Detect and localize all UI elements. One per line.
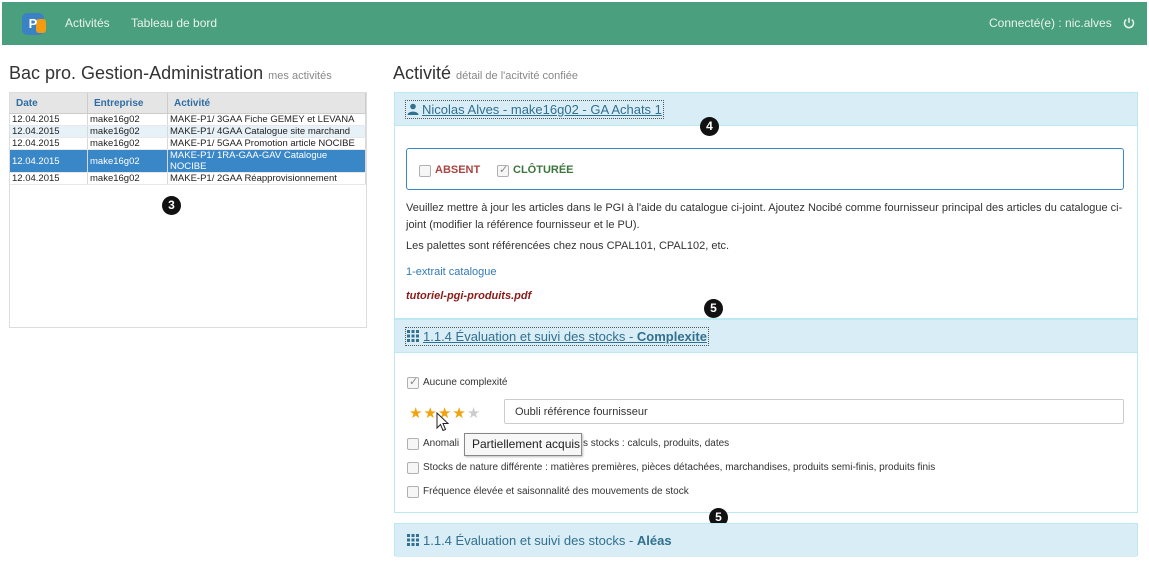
- anomalies-label-start: Anomali: [423, 438, 460, 449]
- cell-date: 12.04.2015: [10, 138, 88, 149]
- activity-heading-link[interactable]: Nicolas Alves - make16g02 - GA Achats 1: [405, 100, 664, 119]
- column-header-entreprise[interactable]: Entreprise: [88, 93, 168, 113]
- column-header-activite[interactable]: Activité: [168, 93, 366, 113]
- competence-complexite-panel: 1.1.4 Évaluation et suivi des stocks - C…: [394, 319, 1138, 513]
- top-navbar: P Activités Tableau de bord Connecté(e) …: [2, 2, 1147, 45]
- table-row[interactable]: 12.04.2015 make16g02 MAKE-P1/ 4GAA Catal…: [10, 126, 366, 138]
- cell-activite: MAKE-P1/ 4GAA Catalogue site marchand: [168, 126, 366, 137]
- cell-activite: MAKE-P1/ 5GAA Promotion article NOCIBE: [168, 138, 366, 149]
- activity-detail-panel: Nicolas Alves - make16g02 - GA Achats 1 …: [394, 92, 1138, 319]
- aleas-heading-link[interactable]: 1.1.4 Évaluation et suivi des stocks - A…: [407, 533, 672, 548]
- activity-heading-text: Nicolas Alves - make16g02 - GA Achats 1: [422, 102, 662, 117]
- complexite-heading-prefix: 1.1.4 Évaluation et suivi des stocks -: [423, 329, 637, 344]
- rating-tooltip: Partiellement acquis: [464, 433, 582, 456]
- frequence-label: Fréquence élevée et saisonnalité des mou…: [423, 486, 689, 497]
- cell-date: 12.04.2015: [10, 114, 88, 125]
- left-title-text: Bac pro. Gestion-Administration: [9, 63, 264, 83]
- callout-badge: 3: [162, 196, 181, 215]
- cell-date: 12.04.2015: [10, 150, 88, 172]
- cell-entreprise: make16g02: [88, 126, 168, 137]
- activity-description: Veuillez mettre à jour les articles dans…: [406, 202, 1123, 231]
- star-icon[interactable]: ★: [452, 405, 466, 422]
- cell-entreprise: make16g02: [88, 138, 168, 149]
- power-icon[interactable]: [1123, 17, 1135, 29]
- complexite-heading-link[interactable]: 1.1.4 Évaluation et suivi des stocks - C…: [405, 327, 709, 346]
- status-cloture-label: CLÔTURÉE: [513, 164, 574, 176]
- anomalies-checkbox[interactable]: [407, 438, 419, 450]
- tutoriel-pdf-link[interactable]: tutoriel-pgi-produits.pdf: [406, 290, 531, 302]
- stocks-nature-label: Stocks de nature différente : matières p…: [423, 462, 936, 473]
- complexite-heading-strong: Complexite: [636, 329, 707, 344]
- competence-aleas-panel: 1.1.4 Évaluation et suivi des stocks - A…: [394, 523, 1138, 557]
- aucune-complexite-label: Aucune complexité: [423, 377, 508, 388]
- grid-icon: [407, 534, 419, 546]
- star-empty-icon[interactable]: ★: [467, 405, 481, 422]
- right-subtitle: détail de l'acitvité confiée: [456, 70, 578, 82]
- grid-icon: [407, 330, 419, 342]
- nav-tableau-de-bord[interactable]: Tableau de bord: [131, 2, 217, 45]
- table-row[interactable]: 12.04.2015 make16g02 MAKE-P1/ 5GAA Promo…: [10, 138, 366, 150]
- aucune-complexite-checkbox[interactable]: [407, 375, 419, 389]
- cloture-checkbox[interactable]: [497, 163, 509, 177]
- complexite-panel-header: 1.1.4 Évaluation et suivi des stocks - C…: [395, 320, 1137, 353]
- cell-activite: MAKE-P1/ 1RA-GAA-GAV Catalogue NOCIBE: [168, 150, 366, 172]
- app-logo[interactable]: P: [22, 13, 46, 35]
- status-absent-label: ABSENT: [435, 164, 481, 176]
- cell-date: 12.04.2015: [10, 173, 88, 184]
- callout-badge: 4: [700, 117, 719, 136]
- stocks-nature-checkbox[interactable]: [407, 462, 419, 474]
- cell-activite: MAKE-P1/ 3GAA Fiche GEMEY et LEVANA: [168, 114, 366, 125]
- table-header: Date Entreprise Activité: [10, 93, 366, 114]
- activity-note: Les palettes sont référencées chez nous …: [406, 240, 730, 252]
- anomalies-label-end: s stocks : calculs, produits, dates: [583, 438, 730, 449]
- right-title-text: Activité: [393, 63, 452, 83]
- activities-table: Date Entreprise Activité 12.04.2015 make…: [9, 92, 367, 328]
- aleas-heading-prefix: 1.1.4 Évaluation et suivi des stocks -: [423, 533, 637, 548]
- extrait-catalogue-link[interactable]: 1-extrait catalogue: [406, 266, 497, 278]
- connected-user-label: Connecté(e) : nic.alves: [989, 16, 1112, 30]
- cell-entreprise: make16g02: [88, 150, 168, 172]
- table-row[interactable]: 12.04.2015 make16g02 MAKE-P1/ 2GAA Réapp…: [10, 173, 366, 185]
- column-header-date[interactable]: Date: [10, 93, 88, 113]
- page-title-left: Bac pro. Gestion-Administration mes acti…: [9, 63, 332, 84]
- table-row[interactable]: 12.04.2015 make16g02 MAKE-P1/ 3GAA Fiche…: [10, 114, 366, 126]
- callout-badge: 5: [704, 299, 723, 318]
- absent-checkbox[interactable]: [419, 165, 431, 177]
- cell-date: 12.04.2015: [10, 126, 88, 137]
- nav-activites[interactable]: Activités: [65, 2, 110, 45]
- table-row-selected[interactable]: 12.04.2015 make16g02 MAKE-P1/ 1RA-GAA-GA…: [10, 150, 366, 173]
- mouse-cursor-icon: [436, 412, 450, 432]
- activity-panel-header: Nicolas Alves - make16g02 - GA Achats 1: [395, 93, 1137, 126]
- aleas-panel-header: 1.1.4 Évaluation et suivi des stocks - A…: [395, 524, 1137, 557]
- aleas-heading-strong: Aléas: [636, 533, 672, 548]
- cell-entreprise: make16g02: [88, 173, 168, 184]
- page-title-right: Activité détail de l'acitvité confiée: [393, 63, 578, 84]
- status-box: ABSENT CLÔTURÉE: [406, 148, 1124, 190]
- comment-input[interactable]: [504, 399, 1124, 424]
- user-icon: [407, 103, 419, 115]
- cell-activite: MAKE-P1/ 2GAA Réapprovisionnement: [168, 173, 366, 184]
- left-subtitle: mes activités: [268, 70, 332, 82]
- frequence-checkbox[interactable]: [407, 486, 419, 498]
- cell-entreprise: make16g02: [88, 114, 168, 125]
- star-icon[interactable]: ★: [409, 405, 423, 422]
